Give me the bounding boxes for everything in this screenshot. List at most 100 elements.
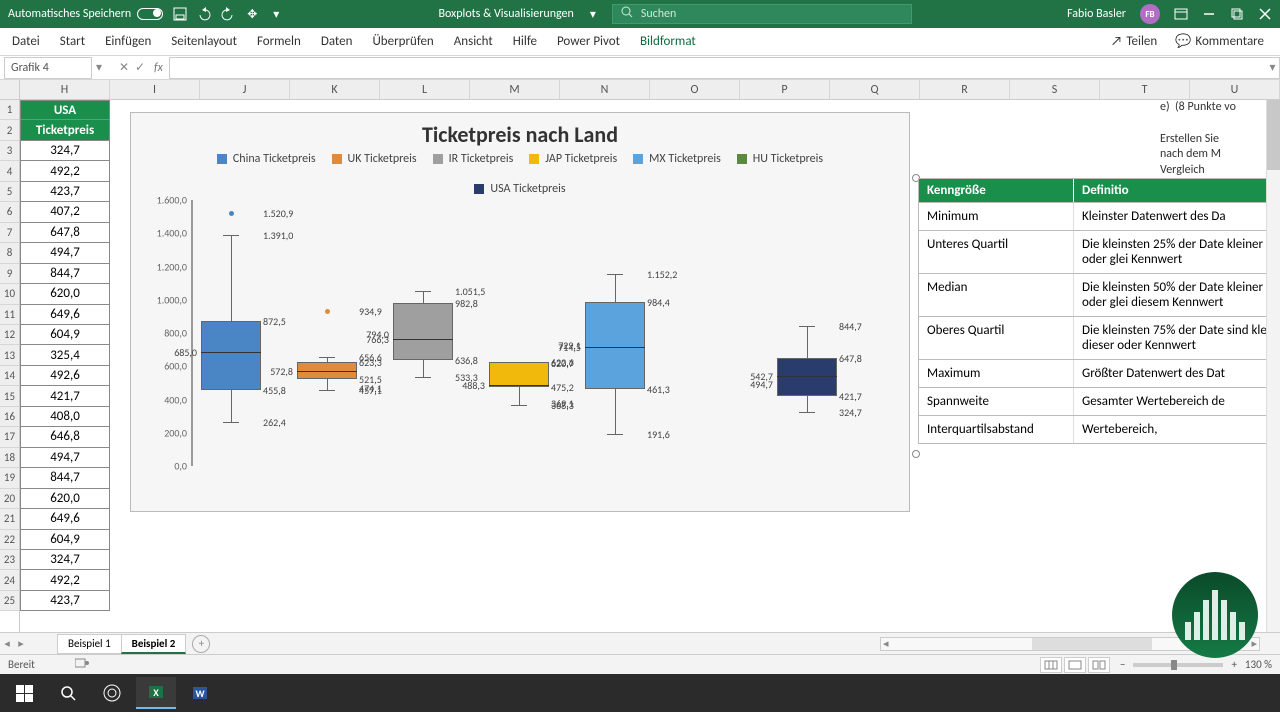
row-header[interactable]: 25 — [0, 591, 19, 611]
ribbon-options-icon[interactable] — [1174, 7, 1188, 21]
data-cell[interactable]: 421,7 — [20, 386, 110, 406]
scroll-right-icon[interactable]: ▸ — [1251, 637, 1257, 650]
sheet-tab[interactable]: Beispiel 1 — [57, 634, 122, 654]
search-box[interactable]: Suchen — [612, 4, 912, 24]
row-header[interactable]: 10 — [0, 284, 19, 304]
sheet-nav-next-icon[interactable]: ▸ — [14, 637, 28, 650]
minimize-icon[interactable] — [1202, 7, 1216, 21]
maximize-icon[interactable] — [1230, 7, 1244, 21]
cancel-fx-icon[interactable]: ✕ — [116, 60, 132, 75]
toggle-switch[interactable] — [137, 8, 163, 20]
chevron-down-icon[interactable]: ▾ — [269, 7, 283, 21]
row-header[interactable]: 1 — [0, 100, 19, 120]
row-header[interactable]: 23 — [0, 550, 19, 570]
page-layout-view-icon[interactable] — [1064, 657, 1086, 673]
row-header[interactable]: 12 — [0, 325, 19, 345]
taskbar-word-icon[interactable]: W — [180, 677, 220, 709]
row-header[interactable]: 22 — [0, 530, 19, 550]
row-header[interactable]: 3 — [0, 141, 19, 161]
row-header[interactable]: 20 — [0, 489, 19, 509]
data-cell[interactable]: 647,8 — [20, 223, 110, 243]
row-header[interactable]: 2 — [0, 120, 19, 140]
col-header[interactable]: U — [1190, 80, 1280, 99]
page-break-view-icon[interactable] — [1088, 657, 1110, 673]
ribbon-tab-ansicht[interactable]: Ansicht — [454, 34, 493, 49]
scroll-left-icon[interactable]: ◂ — [883, 637, 889, 650]
row-header[interactable]: 7 — [0, 223, 19, 243]
row-header[interactable]: 5 — [0, 182, 19, 202]
formula-input[interactable] — [169, 57, 1266, 79]
share-button[interactable]: ↗Teilen — [1111, 34, 1157, 49]
zoom-level[interactable]: 130 % — [1245, 658, 1272, 671]
col-header[interactable]: N — [560, 80, 650, 99]
row-header[interactable]: 16 — [0, 407, 19, 427]
ribbon-tab-hilfe[interactable]: Hilfe — [513, 34, 537, 49]
sheet-tab[interactable]: Beispiel 2 — [121, 634, 187, 654]
row-header[interactable]: 13 — [0, 345, 19, 365]
row-header[interactable]: 17 — [0, 427, 19, 447]
data-cell[interactable]: 620,0 — [20, 489, 110, 509]
row-header[interactable]: 19 — [0, 468, 19, 488]
name-box[interactable]: Grafik 4 — [4, 57, 92, 79]
data-cell[interactable]: 492,2 — [20, 570, 110, 590]
data-cell[interactable]: 324,7 — [20, 141, 110, 161]
col-header[interactable]: M — [470, 80, 560, 99]
data-cell[interactable]: 604,9 — [20, 530, 110, 550]
row-header[interactable]: 18 — [0, 448, 19, 468]
namebox-dropdown-icon[interactable]: ▾ — [92, 60, 106, 75]
data-cell[interactable]: 324,7 — [20, 550, 110, 570]
col-header[interactable]: P — [740, 80, 830, 99]
zoom-in-icon[interactable]: + — [1231, 658, 1236, 671]
doc-dropdown-icon[interactable]: ▾ — [590, 7, 596, 22]
definitions-table[interactable]: Kenngröße Definitio MinimumKleinster Dat… — [918, 178, 1280, 444]
data-cell[interactable]: 844,7 — [20, 264, 110, 284]
col-header[interactable]: S — [1010, 80, 1100, 99]
ribbon-tab-power pivot[interactable]: Power Pivot — [557, 34, 620, 49]
data-cell[interactable]: 423,7 — [20, 591, 110, 611]
row-header[interactable]: 9 — [0, 264, 19, 284]
ribbon-tab-datei[interactable]: Datei — [12, 34, 40, 49]
fx-label[interactable]: fx — [154, 61, 163, 75]
col-header[interactable]: H — [20, 80, 110, 99]
macro-record-icon[interactable] — [75, 657, 89, 672]
vertical-scrollbar[interactable] — [1266, 100, 1280, 632]
table-header-cell[interactable]: Ticketpreis — [20, 120, 110, 140]
data-cell[interactable]: 408,0 — [20, 407, 110, 427]
image-handle[interactable] — [912, 450, 920, 458]
normal-view-icon[interactable] — [1040, 657, 1062, 673]
data-cell[interactable]: 646,8 — [20, 427, 110, 447]
ribbon-tab-formeln[interactable]: Formeln — [257, 34, 301, 49]
row-header[interactable]: 15 — [0, 386, 19, 406]
taskbar-excel-icon[interactable]: X — [136, 677, 176, 709]
zoom-out-icon[interactable]: − — [1120, 658, 1125, 671]
close-icon[interactable] — [1258, 7, 1272, 21]
start-button[interactable] — [4, 677, 44, 709]
row-header[interactable]: 6 — [0, 202, 19, 222]
ribbon-tab-überprüfen[interactable]: Überprüfen — [372, 34, 433, 49]
select-all-corner[interactable] — [0, 80, 19, 100]
accept-fx-icon[interactable]: ✓ — [132, 60, 148, 75]
sheet-nav-prev-icon[interactable]: ◂ — [0, 637, 14, 650]
data-cell[interactable]: 604,9 — [20, 325, 110, 345]
data-cell[interactable]: 492,2 — [20, 161, 110, 181]
col-header[interactable]: O — [650, 80, 740, 99]
taskbar-search-icon[interactable] — [48, 677, 88, 709]
ribbon-tab-bildformat[interactable]: Bildformat — [640, 34, 696, 49]
row-header[interactable]: 11 — [0, 305, 19, 325]
autosave-toggle[interactable]: Automatisches Speichern — [8, 7, 163, 21]
col-header[interactable]: T — [1100, 80, 1190, 99]
formula-expand-icon[interactable]: ▾ — [1266, 57, 1280, 79]
ribbon-tab-einfügen[interactable]: Einfügen — [105, 34, 151, 49]
user-avatar[interactable]: FB — [1140, 4, 1160, 24]
col-header[interactable]: I — [110, 80, 200, 99]
data-cell[interactable]: 844,7 — [20, 468, 110, 488]
redo-icon[interactable] — [221, 7, 235, 21]
row-header[interactable]: 24 — [0, 570, 19, 590]
data-cell[interactable]: 492,6 — [20, 366, 110, 386]
data-cell[interactable]: 494,7 — [20, 448, 110, 468]
data-cell[interactable]: 325,4 — [20, 345, 110, 365]
row-header[interactable]: 4 — [0, 161, 19, 181]
col-header[interactable]: J — [200, 80, 290, 99]
row-header[interactable]: 14 — [0, 366, 19, 386]
data-cell[interactable]: 494,7 — [20, 243, 110, 263]
